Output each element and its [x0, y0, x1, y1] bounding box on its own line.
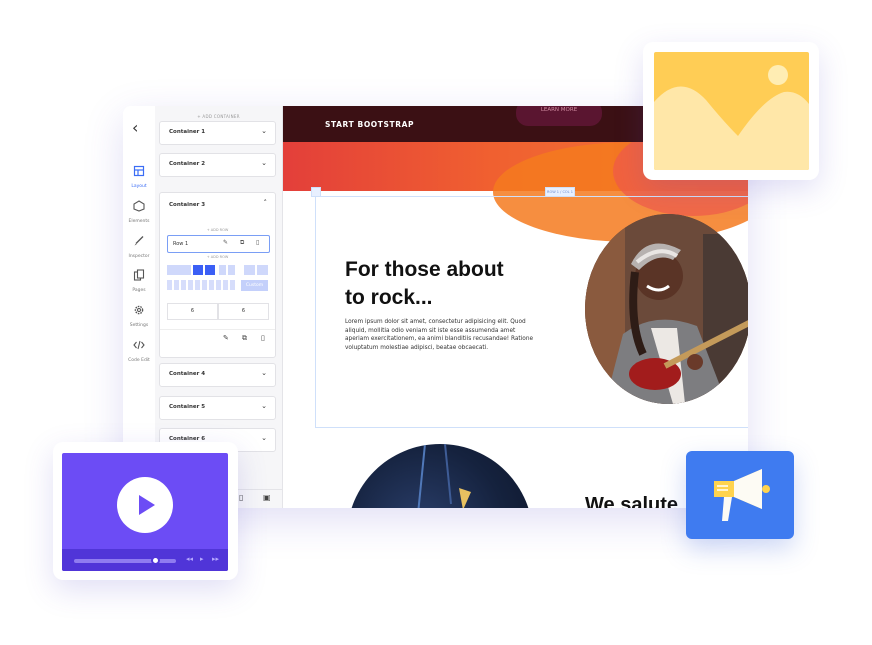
layout-option[interactable] — [188, 280, 193, 290]
pencil-icon[interactable]: ✎ — [223, 334, 229, 342]
layout-option[interactable] — [257, 265, 268, 275]
column-sizes: 6 6 — [167, 303, 269, 320]
sidebar-item-inspector[interactable]: Inspector — [123, 234, 155, 259]
chevron-down-icon[interactable]: ⌄ — [261, 159, 267, 167]
row-item[interactable]: Row 1 ✎ ⧉ ▯ — [167, 235, 270, 253]
elements-icon — [133, 200, 145, 212]
layout-option[interactable] — [195, 280, 200, 290]
section-headline[interactable]: For those about to rock... — [345, 256, 545, 312]
sidebar-item-label: Layout — [131, 184, 147, 189]
chevron-down-icon[interactable]: ⌄ — [261, 402, 267, 410]
sidebar-item-label: Pages — [132, 288, 146, 293]
custom-layout-button[interactable]: Custom — [241, 280, 268, 291]
learn-more-button[interactable]: LEARN MORE — [516, 106, 602, 126]
photo-illustration — [417, 444, 471, 508]
container-item[interactable]: Container 1 ⌄ — [159, 121, 276, 145]
trash-icon[interactable]: ▯ — [256, 239, 259, 246]
video-card: ◂◂ ▸ ▸▸ — [53, 442, 238, 580]
sidebar-item-settings[interactable]: Settings — [123, 303, 155, 328]
play-small-icon[interactable]: ▸ — [200, 555, 204, 563]
container-expanded: Container 3 ˄ + ADD ROW Row 1 ✎ ⧉ ▯ + AD… — [159, 192, 276, 358]
photo-illustration — [585, 214, 748, 404]
chevron-down-icon[interactable]: ⌄ — [261, 369, 267, 377]
layout-option-selected[interactable] — [205, 265, 215, 275]
play-button[interactable] — [117, 477, 173, 533]
section-headline[interactable]: We salute — [585, 494, 678, 508]
sidebar-item-elements[interactable]: Elements — [123, 199, 155, 224]
section-paragraph[interactable]: Lorem ipsum dolor sit amet, consectetur … — [345, 318, 535, 352]
video-player-icon: ◂◂ ▸ ▸▸ — [62, 453, 228, 571]
layout-option[interactable] — [230, 280, 235, 290]
layout-option[interactable] — [228, 265, 235, 275]
sidebar-item-layout[interactable]: Layout — [123, 164, 155, 189]
pencil-icon[interactable]: ✎ — [223, 239, 228, 246]
chevron-up-icon[interactable]: ˄ — [264, 199, 268, 207]
container-item[interactable]: Container 4 ⌄ — [159, 363, 276, 387]
chevron-left-icon[interactable]: ‹ — [132, 118, 138, 137]
fast-forward-icon[interactable]: ▸▸ — [212, 555, 219, 563]
row-name: Row 1 — [173, 241, 189, 247]
layout-option-selected[interactable] — [193, 265, 203, 275]
sidebar-item-label: Elements — [128, 219, 150, 224]
sidebar-item-label: Code Edit — [128, 358, 150, 363]
headline-line: to rock... — [345, 286, 433, 309]
copy-icon[interactable]: ⧉ — [240, 239, 244, 247]
layout-option[interactable] — [167, 265, 191, 275]
concert-photo[interactable] — [347, 444, 533, 508]
image-card — [643, 42, 819, 180]
layout-option[interactable] — [174, 280, 179, 290]
layout-option[interactable] — [209, 280, 214, 290]
announcement-card — [686, 451, 794, 539]
column-layout-picker: Custom — [167, 265, 268, 295]
container-name: Container 1 — [169, 129, 206, 135]
save-icon[interactable]: ▣ — [263, 493, 271, 502]
image-illustration — [654, 65, 809, 170]
layout-option[interactable] — [244, 265, 255, 275]
brush-icon — [134, 236, 144, 246]
rewind-icon[interactable]: ◂◂ — [186, 555, 193, 563]
column-size-input[interactable]: 6 — [167, 303, 218, 320]
play-icon — [139, 495, 155, 515]
gear-icon — [134, 305, 144, 315]
container-actions: ✎ ⧉ ▯ — [160, 329, 275, 348]
container-name: Container 5 — [169, 404, 206, 410]
layout-option[interactable] — [167, 280, 172, 290]
container-item[interactable]: Container 5 ⌄ — [159, 396, 276, 420]
add-row-button[interactable]: + ADD ROW — [160, 255, 275, 259]
mobile-preview-icon[interactable]: ▯ — [239, 493, 243, 502]
trash-icon[interactable]: ▯ — [261, 334, 265, 342]
add-container-button[interactable]: + ADD CONTAINER — [155, 114, 282, 119]
pages-icon — [133, 269, 145, 281]
column-size-input[interactable]: 6 — [218, 303, 269, 320]
layout-option[interactable] — [216, 280, 221, 290]
video-controls: ◂◂ ▸ ▸▸ — [62, 549, 228, 571]
add-row-button[interactable]: + ADD ROW — [160, 228, 275, 232]
layout-option[interactable] — [219, 265, 226, 275]
code-icon — [133, 340, 145, 350]
copy-icon[interactable]: ⧉ — [242, 334, 247, 343]
layout-option[interactable] — [223, 280, 228, 290]
image-placeholder-icon — [654, 52, 809, 170]
layout-icon — [133, 165, 145, 177]
progress-handle[interactable] — [151, 556, 160, 565]
site-brand[interactable]: START BOOTSTRAP — [325, 120, 414, 129]
layout-option[interactable] — [202, 280, 207, 290]
headline-line: For those about — [345, 258, 504, 281]
chevron-down-icon[interactable]: ⌄ — [261, 127, 267, 135]
megaphone-icon — [714, 469, 770, 521]
container-name: Container 2 — [169, 161, 206, 167]
container-name: Container 4 — [169, 371, 206, 377]
sidebar-item-pages[interactable]: Pages — [123, 268, 155, 293]
container-name: Container 3 — [169, 202, 206, 208]
sidebar-item-label: Settings — [129, 323, 149, 328]
sidebar-item-label: Inspector — [128, 254, 150, 259]
sidebar-item-code-edit[interactable]: Code Edit — [123, 338, 155, 363]
chevron-down-icon[interactable]: ⌄ — [261, 434, 267, 442]
container-item[interactable]: Container 2 ⌄ — [159, 153, 276, 177]
progress-track[interactable] — [74, 559, 176, 563]
guitarist-photo[interactable] — [585, 214, 748, 404]
layout-option[interactable] — [181, 280, 186, 290]
